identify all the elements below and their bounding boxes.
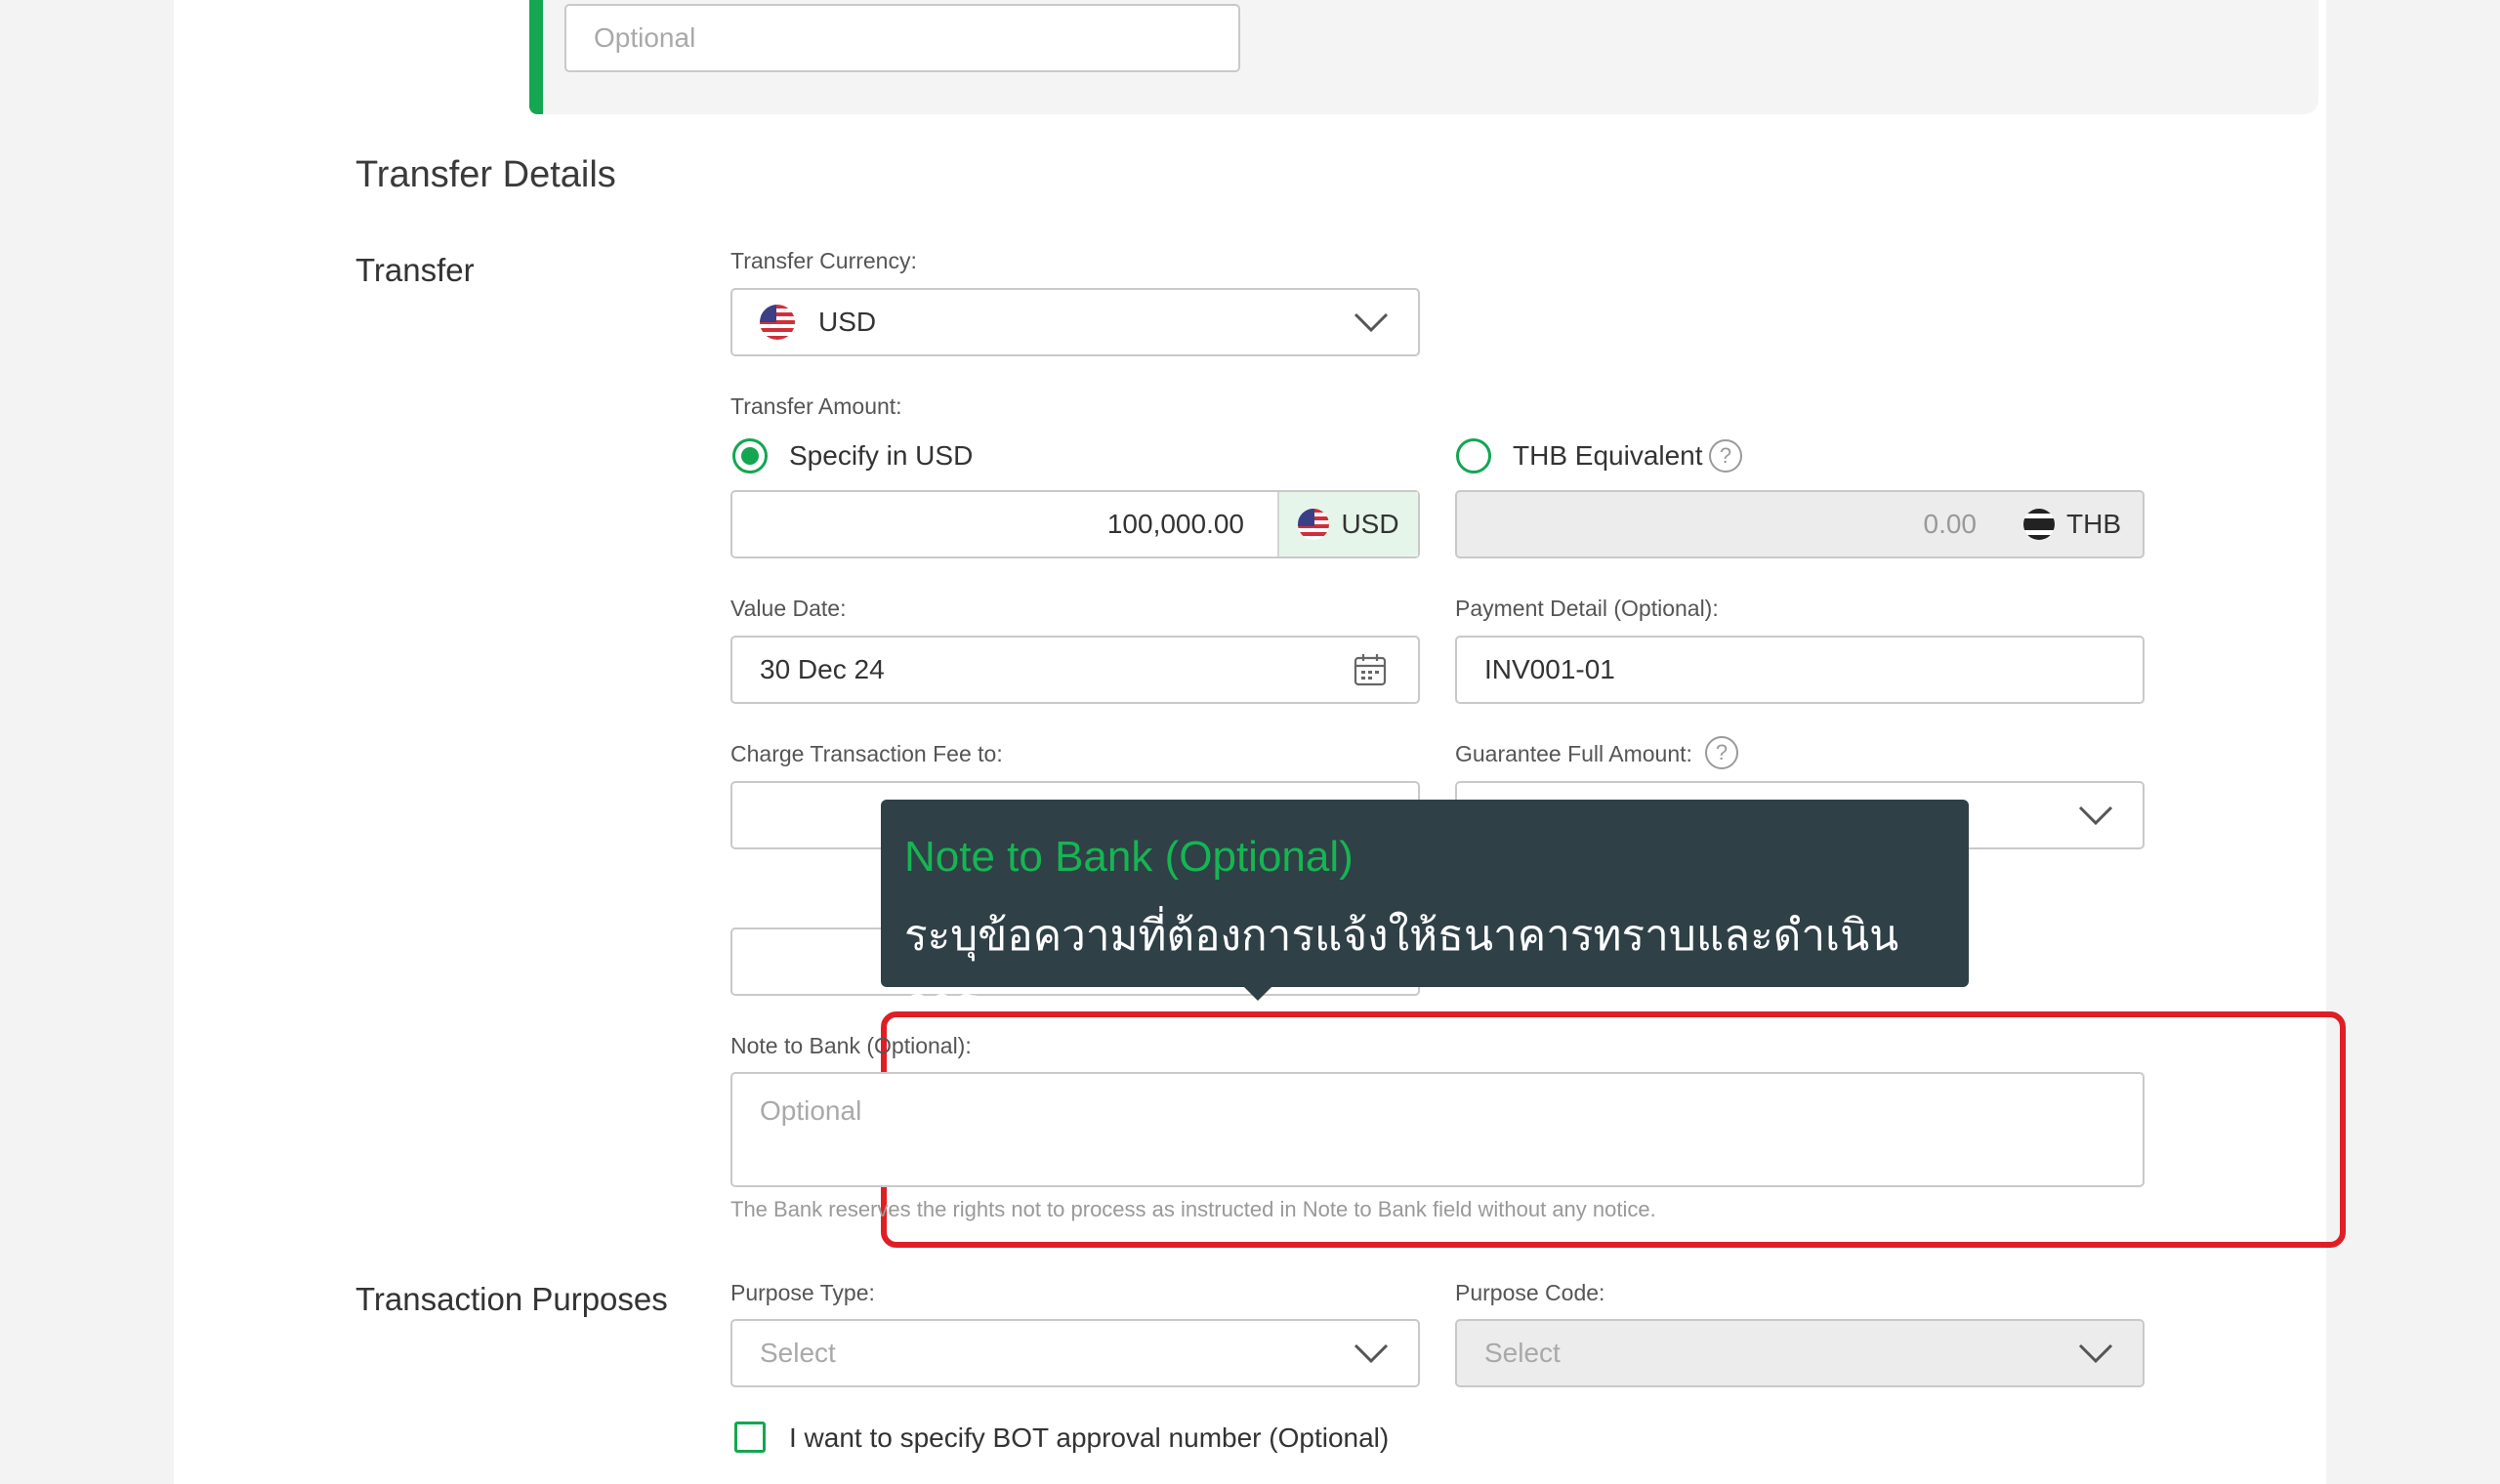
amount-value: 100,000.00 [1106, 509, 1244, 539]
purpose-code-select[interactable]: Select [1455, 1319, 2145, 1387]
transfer-amount-input[interactable]: 100,000.00 USD [730, 490, 1420, 558]
purpose-type-placeholder: Select [760, 1338, 836, 1368]
purpose-code-placeholder: Select [1484, 1338, 1561, 1368]
thb-value: 0.00 [1923, 509, 1978, 539]
us-flag-icon [760, 305, 795, 340]
transfer-currency-label: Transfer Currency: [730, 248, 917, 273]
thb-currency: THB [2066, 509, 2121, 539]
value-date-input[interactable]: 30 Dec 24 [730, 636, 1420, 704]
chevron-down-icon [2078, 805, 2113, 826]
value-date: 30 Dec 24 [760, 654, 885, 684]
purpose-type-select[interactable]: Select [730, 1319, 1420, 1387]
guarantee-label: Guarantee Full Amount: [1455, 741, 1692, 766]
thb-currency-suffix: THB [2002, 492, 2143, 556]
thai-flag-icon [2023, 509, 2055, 540]
amount-currency: USD [1341, 509, 1399, 539]
chevron-down-icon [1354, 1343, 1389, 1364]
amount-currency-suffix: USD [1277, 492, 1418, 556]
group-title-transaction-purposes: Transaction Purposes [355, 1281, 668, 1317]
transfer-amount-label: Transfer Amount: [730, 393, 902, 419]
chevron-down-icon [2078, 1343, 2113, 1364]
page-container: Optional Transfer Details Transfer Trans… [174, 0, 2346, 1484]
tooltip-arrow [1242, 985, 1273, 1001]
charge-fee-label: Charge Transaction Fee to: [730, 741, 1003, 766]
note-to-bank-tooltip: Note to Bank (Optional) ระบุข้อความที่ต้… [881, 800, 1969, 1028]
optional-placeholder: Optional [594, 22, 696, 53]
purpose-code-label: Purpose Code: [1455, 1280, 1605, 1305]
tooltip-title: Note to Bank (Optional) [904, 833, 1354, 881]
help-circle-icon[interactable]: ? [1705, 736, 1738, 769]
payment-detail-value: INV001-01 [1484, 654, 1615, 684]
specify-usd-label: Specify in USD [789, 440, 974, 471]
bot-approval-label: I want to specify BOT approval number (O… [789, 1422, 1390, 1453]
chevron-down-icon [1354, 312, 1389, 333]
optional-input-top[interactable]: Optional [564, 4, 1240, 72]
thb-equivalent-radio[interactable] [1456, 438, 1491, 474]
note-to-bank-hint: The Bank reserves the rights not to proc… [730, 1197, 1656, 1221]
help-circle-icon[interactable]: ? [1709, 439, 1742, 473]
panel-accent-bar [529, 0, 543, 114]
thb-equivalent-label: THB Equivalent [1513, 440, 1703, 471]
value-date-label: Value Date: [730, 596, 847, 621]
payment-detail-label: Payment Detail (Optional): [1455, 596, 1719, 621]
specify-usd-radio[interactable] [732, 438, 768, 474]
note-to-bank-textarea[interactable]: Optional [730, 1072, 2145, 1187]
section-title-transfer-details: Transfer Details [355, 154, 616, 195]
note-to-bank-label: Note to Bank (Optional): [730, 1033, 972, 1058]
us-flag-icon [1298, 509, 1330, 540]
currency-value: USD [818, 307, 877, 337]
calendar-icon[interactable] [1354, 653, 1387, 686]
group-title-transfer: Transfer [355, 252, 475, 288]
note-placeholder: Optional [760, 1095, 862, 1126]
payment-detail-input[interactable]: INV001-01 [1455, 636, 2145, 704]
bot-approval-checkbox[interactable] [734, 1422, 766, 1453]
transfer-currency-select[interactable]: USD [730, 288, 1420, 356]
thb-equivalent-input: 0.00 THB [1455, 490, 2145, 558]
purpose-type-label: Purpose Type: [730, 1280, 875, 1305]
